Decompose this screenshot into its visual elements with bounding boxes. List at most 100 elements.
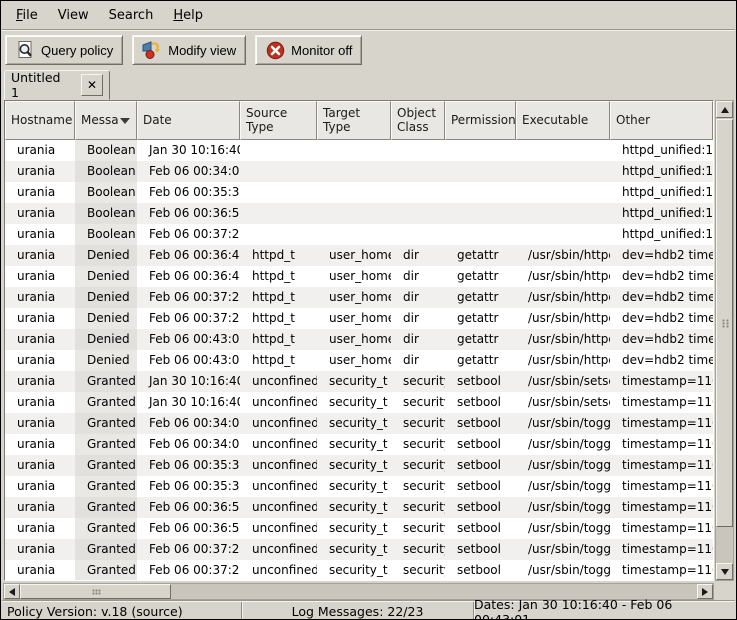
column-header-hostname[interactable]: Hostname <box>5 101 75 140</box>
cell-messa: Denied <box>75 287 137 308</box>
cell-object-class: security <box>391 539 445 560</box>
cell-source-type <box>240 224 317 245</box>
cell-source-type: unconfined_ <box>240 539 317 560</box>
cell-object-class: security <box>391 518 445 539</box>
cell-date: Feb 06 00:37:25 <box>137 539 240 560</box>
cell-object-class: security <box>391 413 445 434</box>
cell-target-type: security_t <box>317 497 391 518</box>
cell-messa: Granted <box>75 371 137 392</box>
menu-item-search[interactable]: Search <box>99 4 164 27</box>
table-row[interactable]: uraniaBooleanFeb 06 00:37:25httpd_unifie… <box>5 224 713 245</box>
table-header-row: HostnameMessaDateSource TypeTarget TypeO… <box>5 101 713 140</box>
table-row[interactable]: uraniaDeniedFeb 06 00:36:44httpd_tuser_h… <box>5 245 713 266</box>
scroll-down-button[interactable] <box>716 563 733 580</box>
table-row[interactable]: uraniaBooleanFeb 06 00:34:01httpd_unifie… <box>5 161 713 182</box>
cell-messa: Denied <box>75 350 137 371</box>
table-row[interactable]: uraniaGrantedJan 30 10:16:40unconfined_s… <box>5 392 713 413</box>
cell-date: Feb 06 00:35:35 <box>137 455 240 476</box>
cell-hostname: urania <box>5 266 75 287</box>
table-row[interactable]: uraniaDeniedFeb 06 00:43:01httpd_tuser_h… <box>5 329 713 350</box>
table-row[interactable]: uraniaGrantedFeb 06 00:34:01unconfined_s… <box>5 413 713 434</box>
cell-permission: getattr <box>445 266 516 287</box>
table-row[interactable]: uraniaGrantedJan 30 10:16:40unconfined_s… <box>5 371 713 392</box>
cell-permission: setbool <box>445 413 516 434</box>
table-row[interactable]: uraniaBooleanFeb 06 00:36:56httpd_unifie… <box>5 203 713 224</box>
cell-executable <box>516 140 610 161</box>
status-policy-version: Policy Version: v.18 (source) <box>2 602 242 620</box>
cell-target-type: user_home_ <box>317 329 391 350</box>
cell-hostname: urania <box>5 518 75 539</box>
column-header-target-type[interactable]: Target Type <box>317 101 391 140</box>
modify-view-button[interactable]: Modify view <box>132 35 246 65</box>
table-row[interactable]: uraniaGrantedFeb 06 00:35:35unconfined_s… <box>5 455 713 476</box>
cell-hostname: urania <box>5 287 75 308</box>
cell-hostname: urania <box>5 413 75 434</box>
cell-date: Feb 06 00:36:44 <box>137 266 240 287</box>
column-header-label: Executable <box>522 114 588 128</box>
table-row[interactable]: uraniaDeniedFeb 06 00:43:01httpd_tuser_h… <box>5 350 713 371</box>
table-row[interactable]: uraniaGrantedFeb 06 00:37:25unconfined_s… <box>5 560 713 580</box>
cell-object-class: dir <box>391 308 445 329</box>
table-row[interactable]: uraniaDeniedFeb 06 00:36:44httpd_tuser_h… <box>5 266 713 287</box>
cell-permission <box>445 203 516 224</box>
table-row[interactable]: uraniaDeniedFeb 06 00:37:27httpd_tuser_h… <box>5 287 713 308</box>
table-row[interactable]: uraniaGrantedFeb 06 00:36:56unconfined_s… <box>5 497 713 518</box>
cell-executable: /usr/sbin/toggle <box>516 497 610 518</box>
cell-other: timestamp=11076 <box>610 413 713 434</box>
cell-permission: getattr <box>445 245 516 266</box>
cell-executable: /usr/sbin/httpd <box>516 350 610 371</box>
table-row[interactable]: uraniaGrantedFeb 06 00:36:56unconfined_s… <box>5 518 713 539</box>
cell-executable: /usr/sbin/httpd <box>516 287 610 308</box>
log-table-container: HostnameMessaDateSource TypeTarget TypeO… <box>4 100 734 581</box>
cell-executable <box>516 161 610 182</box>
cell-hostname: urania <box>5 497 75 518</box>
table-row[interactable]: uraniaGrantedFeb 06 00:34:01unconfined_s… <box>5 434 713 455</box>
horizontal-scrollbar-thumb[interactable] <box>20 584 171 599</box>
cell-permission: setbool <box>445 497 516 518</box>
query-policy-button[interactable]: Query policy <box>5 35 123 65</box>
tab-untitled-1[interactable]: Untitled 1 ✕ <box>4 70 110 100</box>
cell-target-type: user_home_ <box>317 350 391 371</box>
arrow-up-icon <box>721 107 729 113</box>
table-row[interactable]: uraniaBooleanJan 30 10:16:40httpd_unifie… <box>5 140 713 161</box>
column-header-source-type[interactable]: Source Type <box>240 101 317 140</box>
arrow-down-icon <box>721 569 729 575</box>
app-window: FileViewSearchHelp Query policy Modify vi… <box>0 0 737 620</box>
column-header-executable[interactable]: Executable <box>516 101 610 140</box>
cell-object-class <box>391 203 445 224</box>
table-row[interactable]: uraniaBooleanFeb 06 00:35:35httpd_unifie… <box>5 182 713 203</box>
column-header-messa[interactable]: Messa <box>75 101 137 140</box>
menu-item-help[interactable]: Help <box>163 4 213 27</box>
table-row[interactable]: uraniaGrantedFeb 06 00:37:25unconfined_s… <box>5 539 713 560</box>
scroll-up-button[interactable] <box>716 101 733 118</box>
cell-executable: /usr/sbin/toggle <box>516 476 610 497</box>
status-dates: Dates: Jan 30 10:16:40 - Feb 06 00:43:01 <box>474 602 735 620</box>
cell-date: Feb 06 00:43:01 <box>137 329 240 350</box>
cell-date: Feb 06 00:34:01 <box>137 161 240 182</box>
cell-date: Feb 06 00:35:35 <box>137 182 240 203</box>
cell-executable: /usr/sbin/setseb <box>516 392 610 413</box>
scroll-left-button[interactable] <box>4 584 20 599</box>
table-row[interactable]: uraniaGrantedFeb 06 00:35:35unconfined_s… <box>5 476 713 497</box>
column-header-permission[interactable]: Permission <box>445 101 516 140</box>
cell-object-class: security <box>391 497 445 518</box>
cell-target-type: security_t <box>317 371 391 392</box>
menu-item-file[interactable]: File <box>6 4 48 27</box>
cell-source-type: httpd_t <box>240 308 317 329</box>
column-header-other[interactable]: Other <box>610 101 713 140</box>
vertical-scrollbar-thumb[interactable] <box>716 119 733 527</box>
monitor-off-button[interactable]: Monitor off <box>255 35 362 65</box>
column-header-object-class[interactable]: Object Class <box>391 101 445 140</box>
cell-messa: Granted <box>75 497 137 518</box>
tab-label: Untitled 1 <box>11 70 72 100</box>
vertical-scrollbar[interactable] <box>715 100 734 581</box>
cell-target-type: security_t <box>317 518 391 539</box>
cell-object-class: security <box>391 560 445 580</box>
cell-target-type: user_home_ <box>317 308 391 329</box>
cell-permission: setbool <box>445 518 516 539</box>
column-header-date[interactable]: Date <box>137 101 240 140</box>
table-row[interactable]: uraniaDeniedFeb 06 00:37:27httpd_tuser_h… <box>5 308 713 329</box>
tab-close-icon[interactable]: ✕ <box>81 74 103 96</box>
cell-date: Feb 06 00:37:27 <box>137 287 240 308</box>
menu-item-view[interactable]: View <box>48 4 99 27</box>
